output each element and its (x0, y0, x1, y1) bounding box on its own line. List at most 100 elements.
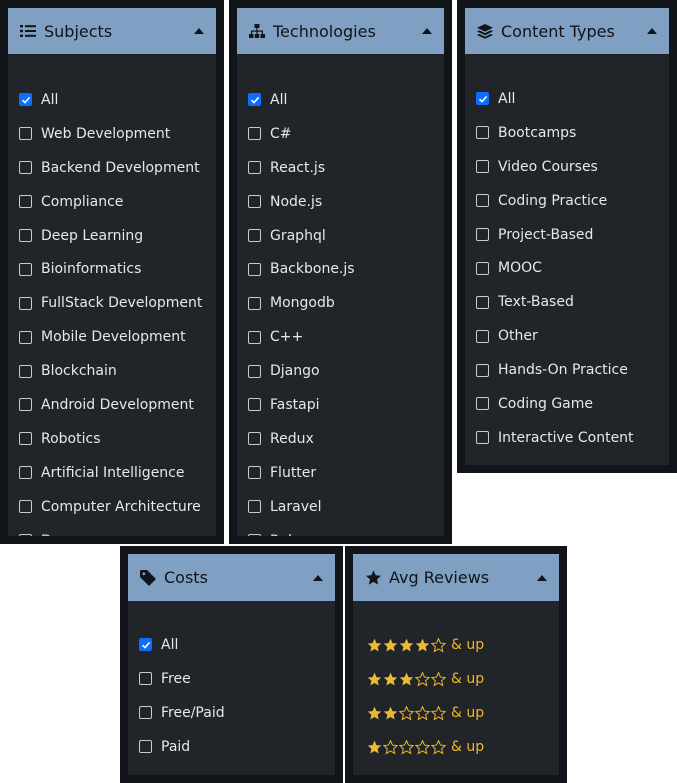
checkbox[interactable] (248, 432, 261, 446)
checkbox[interactable] (19, 296, 32, 310)
checkbox[interactable] (19, 127, 32, 141)
checkbox[interactable] (19, 195, 32, 209)
subjects-option[interactable]: Computer Architecture (19, 490, 216, 524)
checkbox[interactable] (476, 431, 489, 445)
checkbox[interactable] (139, 706, 152, 720)
subjects-option[interactable]: Robotics (19, 422, 216, 456)
content-types-filter-header[interactable]: Content Types (465, 8, 669, 54)
costs-filter-header[interactable]: Costs (128, 554, 335, 601)
checkbox[interactable] (476, 397, 489, 411)
costs-option[interactable]: Free (139, 662, 335, 696)
checkbox[interactable] (476, 92, 489, 106)
checkbox[interactable] (248, 195, 261, 209)
checkbox[interactable] (476, 329, 489, 343)
content-types-option[interactable]: Project-Based (476, 218, 669, 252)
content-types-option[interactable]: Interactive Content (476, 421, 669, 455)
content-types-option[interactable]: Hands-On Practice (476, 353, 669, 387)
rating-option[interactable]: & up (367, 628, 559, 662)
checkbox[interactable] (476, 261, 489, 275)
checkbox[interactable] (19, 398, 32, 412)
checkbox[interactable] (248, 262, 261, 276)
checkbox[interactable] (248, 364, 261, 378)
subjects-option[interactable]: Mobile Development (19, 320, 216, 354)
checkbox[interactable] (19, 330, 32, 344)
content-types-option[interactable]: Coding Practice (476, 184, 669, 218)
subjects-option[interactable]: Backend Development (19, 151, 216, 185)
costs-option[interactable]: Free/Paid (139, 696, 335, 730)
checkbox[interactable] (248, 330, 261, 344)
costs-option[interactable]: All (139, 628, 335, 662)
checkbox[interactable] (139, 740, 152, 754)
technologies-option[interactable]: Django (248, 354, 444, 388)
checkbox[interactable] (139, 638, 152, 652)
checkbox[interactable] (19, 229, 32, 242)
subjects-option[interactable]: Artificial Intelligence (19, 456, 216, 490)
checkbox[interactable] (19, 466, 32, 480)
technologies-option[interactable]: Node.js (248, 185, 444, 219)
subjects-option[interactable]: All (19, 83, 216, 117)
technologies-option[interactable]: C++ (248, 320, 444, 354)
checkbox[interactable] (248, 161, 261, 175)
technologies-option[interactable]: React.js (248, 151, 444, 185)
checkbox[interactable] (19, 262, 32, 276)
technologies-option[interactable]: Ruby (248, 524, 444, 536)
costs-option[interactable]: Paid (139, 730, 335, 764)
rating-option[interactable]: & up (367, 696, 559, 730)
content-types-option[interactable]: Coding Game (476, 387, 669, 421)
technologies-option[interactable]: Backbone.js (248, 252, 444, 286)
checkbox[interactable] (248, 127, 261, 141)
technologies-option[interactable]: C# (248, 117, 444, 151)
checkbox[interactable] (476, 126, 489, 140)
subjects-filter-header[interactable]: Subjects (8, 8, 216, 54)
checkbox[interactable] (19, 432, 32, 446)
collapse-caret-icon[interactable] (194, 28, 204, 34)
checkbox[interactable] (248, 93, 261, 107)
collapse-caret-icon[interactable] (313, 574, 323, 581)
subjects-option[interactable]: Compliance (19, 185, 216, 219)
collapse-caret-icon[interactable] (537, 574, 547, 581)
subjects-option[interactable]: Blockchain (19, 354, 216, 388)
subjects-option[interactable]: Android Development (19, 388, 216, 422)
content-types-option[interactable]: MOOC (476, 251, 669, 285)
collapse-caret-icon[interactable] (422, 28, 432, 34)
collapse-caret-icon[interactable] (647, 28, 657, 34)
checkbox[interactable] (19, 500, 32, 514)
technologies-option[interactable]: All (248, 83, 444, 117)
checkbox[interactable] (139, 672, 152, 686)
subjects-option[interactable]: Deep Learning (19, 219, 216, 253)
subjects-option[interactable]: Bioinformatics (19, 252, 216, 286)
checkbox[interactable] (248, 534, 261, 536)
checkbox[interactable] (476, 228, 489, 241)
checkbox[interactable] (248, 229, 261, 242)
technologies-option[interactable]: Flutter (248, 456, 444, 490)
checkbox[interactable] (248, 500, 261, 514)
checkbox[interactable] (248, 466, 261, 480)
technologies-option[interactable]: Laravel (248, 490, 444, 524)
rating-option[interactable]: & up (367, 662, 559, 696)
content-types-option[interactable]: All (476, 82, 669, 116)
checkbox[interactable] (476, 295, 489, 309)
technologies-option[interactable]: Graphql (248, 219, 444, 253)
subjects-option[interactable]: Web Development (19, 117, 216, 151)
content-types-option[interactable]: Text-Based (476, 285, 669, 319)
rating-option[interactable]: & up (367, 730, 559, 764)
checkbox[interactable] (19, 364, 32, 378)
checkbox[interactable] (19, 93, 32, 107)
technologies-filter-header[interactable]: Technologies (237, 8, 444, 54)
technologies-option[interactable]: Fastapi (248, 388, 444, 422)
content-types-option[interactable]: Video Courses (476, 150, 669, 184)
technologies-option[interactable]: Mongodb (248, 286, 444, 320)
checkbox[interactable] (248, 398, 261, 412)
checkbox[interactable] (248, 296, 261, 310)
subjects-option[interactable]: FullStack Development (19, 286, 216, 320)
checkbox[interactable] (476, 194, 489, 208)
checkbox[interactable] (476, 160, 489, 174)
checkbox[interactable] (476, 363, 489, 377)
checkbox[interactable] (19, 534, 32, 536)
technologies-option[interactable]: Redux (248, 422, 444, 456)
subjects-option[interactable]: Devops (19, 524, 216, 536)
checkbox[interactable] (19, 161, 32, 175)
content-types-option[interactable]: Other (476, 319, 669, 353)
content-types-option[interactable]: Bootcamps (476, 116, 669, 150)
reviews-filter-header[interactable]: Avg Reviews (353, 554, 559, 601)
